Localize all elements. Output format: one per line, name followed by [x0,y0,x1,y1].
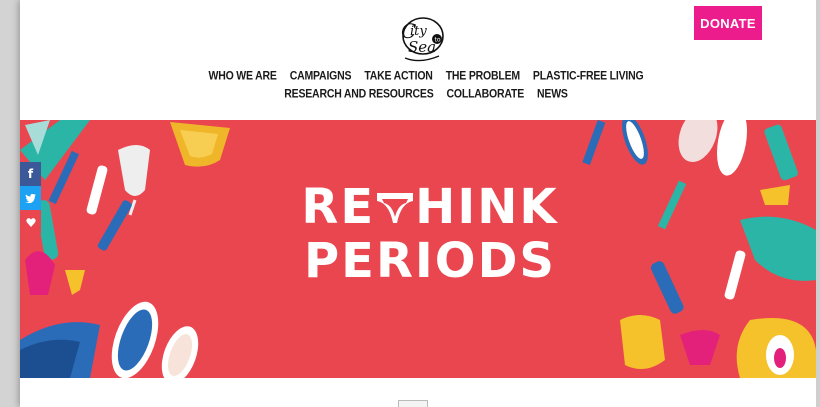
social-share-bar: f [20,162,41,234]
nav-item-the-problem[interactable]: THE PROBLEM [446,69,520,82]
twitter-icon [25,193,36,203]
hero-title: RE HINK PERIODS [270,180,590,288]
twitter-share-button[interactable] [20,186,41,210]
heart-icon [25,217,36,227]
site-header: ity C Sea to DONATE WHO WE ARE CAMPAIGNS… [20,0,816,120]
svg-text:Sea: Sea [408,38,436,56]
nav-item-take-action[interactable]: TAKE ACTION [364,69,433,82]
main-nav: WHO WE ARE CAMPAIGNS TAKE ACTION THE PRO… [136,69,716,100]
image-placeholder [398,400,428,407]
city-to-sea-logo[interactable]: ity C Sea to [395,14,455,64]
hero-title-line1: RE HINK [270,180,590,234]
facebook-share-button[interactable]: f [20,162,41,186]
nav-item-news[interactable]: NEWS [537,87,568,100]
hero-title-line2: PERIODS [303,233,556,289]
heart-share-button[interactable] [20,210,41,234]
page: ity C Sea to DONATE WHO WE ARE CAMPAIGNS… [20,0,816,407]
svg-text:to: to [435,37,441,44]
hero-title-hink: HINK [415,179,559,235]
underwear-icon [377,193,414,223]
nav-item-plastic-free-living[interactable]: PLASTIC-FREE LIVING [533,69,644,82]
hero-banner: RE HINK PERIODS [20,120,816,378]
nav-item-campaigns[interactable]: CAMPAIGNS [290,69,352,82]
nav-item-collaborate[interactable]: COLLABORATE [447,87,525,100]
donate-button[interactable]: DONATE [694,6,762,40]
browser-left-gutter [0,0,20,407]
content-area [20,378,816,407]
facebook-icon: f [27,167,34,181]
browser-right-gutter [816,0,820,407]
hero-title-re: RE [301,179,376,235]
nav-item-research-and-resources[interactable]: RESEARCH AND RESOURCES [284,87,433,100]
nav-item-who-we-are[interactable]: WHO WE ARE [209,69,277,82]
